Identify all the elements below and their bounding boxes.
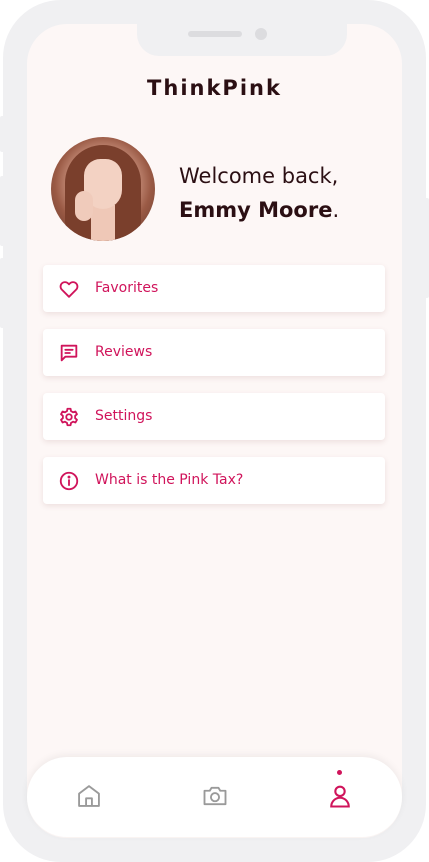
phone-volume-up — [0, 176, 8, 246]
info-icon — [59, 471, 79, 491]
home-icon[interactable] — [75, 782, 103, 810]
menu-item-favorites[interactable]: Favorites — [43, 265, 385, 312]
user-name: Emmy Moore — [179, 198, 333, 222]
menu-item-label: Favorites — [95, 280, 159, 296]
menu-item-reviews[interactable]: Reviews — [43, 329, 385, 376]
user-name-suffix: . — [332, 198, 340, 222]
profile-icon[interactable] — [326, 782, 354, 810]
menu-item-label: What is the Pink Tax? — [95, 472, 244, 488]
phone-power-button — [421, 198, 429, 298]
phone-volume-down — [0, 258, 8, 328]
phone-notch — [137, 24, 347, 56]
app-title: ThinkPink — [147, 76, 282, 100]
camera-icon[interactable] — [201, 782, 229, 810]
menu-item-settings[interactable]: Settings — [43, 393, 385, 440]
gear-icon — [60, 407, 78, 427]
phone-speaker — [188, 31, 242, 37]
active-tab-indicator — [337, 770, 342, 775]
heart-icon — [59, 281, 79, 298]
greeting-text: Welcome back, — [179, 164, 339, 188]
bottom-nav — [27, 757, 402, 837]
menu-item-label: Reviews — [95, 344, 153, 360]
menu-item-pink-tax[interactable]: What is the Pink Tax? — [43, 457, 385, 504]
phone-front-camera — [255, 28, 267, 40]
menu-item-label: Settings — [95, 408, 153, 424]
welcome-message: Welcome back, Emmy Moore. — [179, 159, 339, 227]
chat-icon — [60, 344, 78, 362]
phone-mute-switch — [0, 116, 8, 152]
avatar — [51, 137, 155, 241]
